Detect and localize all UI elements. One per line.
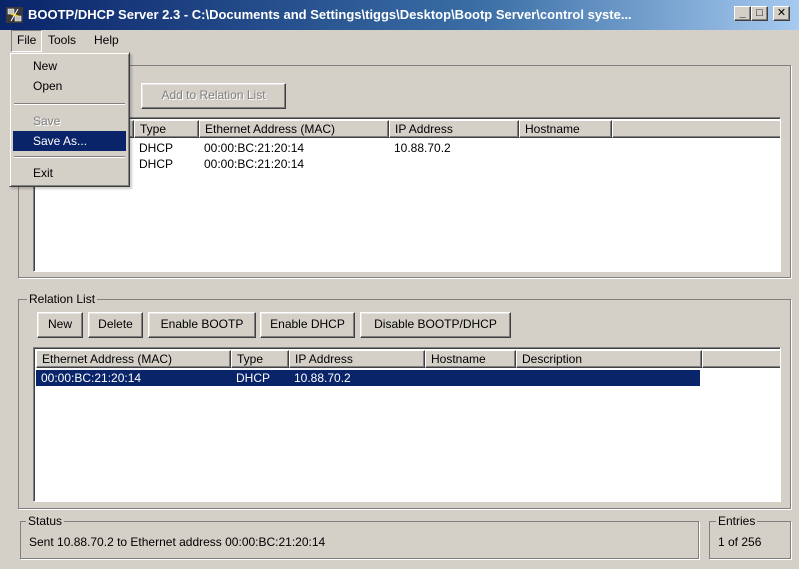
cell-type: DHCP	[236, 371, 271, 385]
column-filler	[702, 350, 780, 368]
app-network-icon	[6, 7, 23, 23]
minimize-icon: _	[739, 7, 746, 19]
column-hostname[interactable]: Hostname	[519, 120, 612, 138]
add-to-relation-list-button[interactable]: Add to Relation List	[141, 83, 286, 109]
cell-mac: 00:00:BC:21:20:14	[204, 141, 305, 155]
column-mac[interactable]: Ethernet Address (MAC)	[36, 350, 231, 368]
column-type[interactable]: Type	[231, 350, 289, 368]
cell-type: DHCP	[139, 157, 174, 171]
menu-separator	[14, 156, 125, 158]
menu-bar: File Tools Help	[0, 30, 799, 52]
cell-type: DHCP	[139, 141, 174, 155]
menu-separator	[14, 103, 125, 105]
relation-list-legend: Relation List	[27, 292, 98, 306]
file-menu-dropdown: New Open Save Save As... Exit	[9, 52, 130, 187]
request-history-list[interactable]: Type Ethernet Address (MAC) IP Address H…	[33, 117, 781, 272]
menu-file[interactable]: File	[11, 30, 43, 52]
column-filler	[612, 120, 780, 138]
delete-button[interactable]: Delete	[88, 312, 143, 338]
maximize-button[interactable]: □	[751, 6, 768, 21]
column-hostname[interactable]: Hostname	[425, 350, 516, 368]
new-button[interactable]: New	[37, 312, 83, 338]
close-icon: ✕	[776, 7, 787, 19]
title-bar[interactable]: BOOTP/DHCP Server 2.3 - C:\Documents and…	[0, 0, 799, 30]
minimize-button[interactable]: _	[734, 6, 751, 21]
cell-mac: 00:00:BC:21:20:14	[41, 371, 142, 385]
column-mac[interactable]: Ethernet Address (MAC)	[199, 120, 389, 138]
cell-ip: 10.88.70.2	[394, 141, 451, 155]
entries-frame: Entries 1 of 256	[709, 514, 791, 559]
table-row[interactable]: DHCP 00:00:BC:21:20:14	[36, 156, 780, 172]
menu-item-save[interactable]: Save	[13, 111, 126, 131]
enable-bootp-button[interactable]: Enable BOOTP	[148, 312, 256, 338]
close-button[interactable]: ✕	[773, 6, 790, 21]
menu-item-save-as[interactable]: Save As...	[13, 131, 126, 151]
status-text: Sent 10.88.70.2 to Ethernet address 00:0…	[29, 535, 326, 549]
status-frame: Status Sent 10.88.70.2 to Ethernet addre…	[20, 514, 699, 559]
menu-help[interactable]: Help	[89, 30, 124, 52]
column-ip[interactable]: IP Address	[289, 350, 425, 368]
entries-count: 1 of 256	[718, 535, 762, 549]
column-ip[interactable]: IP Address	[389, 120, 519, 138]
table-row[interactable]: 00:00:BC:21:20:14 DHCP 10.88.70.2	[36, 370, 700, 386]
cell-ip: 10.88.70.2	[294, 371, 351, 385]
column-description[interactable]: Description	[516, 350, 702, 368]
menu-item-exit[interactable]: Exit	[13, 163, 126, 183]
table-row[interactable]: DHCP 00:00:BC:21:20:14 10.88.70.2	[36, 140, 780, 156]
relation-list-table[interactable]: Ethernet Address (MAC) Type IP Address H…	[33, 347, 781, 502]
entries-legend: Entries	[716, 514, 758, 528]
maximize-icon: □	[756, 7, 763, 19]
cell-mac: 00:00:BC:21:20:14	[204, 157, 305, 171]
menu-item-new[interactable]: New	[13, 56, 126, 76]
disable-bootp-dhcp-button[interactable]: Disable BOOTP/DHCP	[360, 312, 511, 338]
menu-item-open[interactable]: Open	[13, 76, 126, 96]
menu-tools[interactable]: Tools	[43, 30, 81, 52]
enable-dhcp-button[interactable]: Enable DHCP	[260, 312, 355, 338]
window-title: BOOTP/DHCP Server 2.3 - C:\Documents and…	[28, 7, 632, 22]
status-legend: Status	[26, 514, 65, 528]
column-type[interactable]: Type	[134, 120, 199, 138]
